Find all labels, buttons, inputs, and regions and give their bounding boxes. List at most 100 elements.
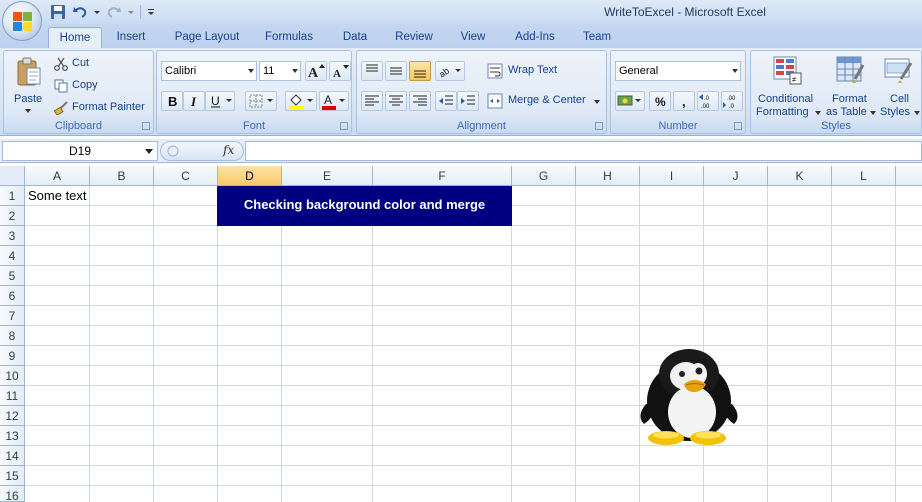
cut-button[interactable]: Cut — [54, 55, 144, 73]
chevron-down-icon — [732, 69, 738, 73]
row-header-14[interactable]: 14 — [0, 446, 25, 466]
redo-icon[interactable] — [106, 4, 122, 20]
gridline — [25, 305, 922, 306]
row-header-4[interactable]: 4 — [0, 246, 25, 266]
row-header-3[interactable]: 3 — [0, 226, 25, 246]
penguin-image[interactable] — [636, 346, 742, 446]
column-header-l[interactable]: L — [832, 166, 896, 186]
align-left-button[interactable] — [361, 91, 383, 111]
tab-add-ins[interactable]: Add-Ins — [506, 27, 564, 48]
fill-color-button[interactable] — [285, 91, 317, 111]
font-color-button[interactable]: A — [319, 91, 349, 111]
office-button[interactable] — [2, 1, 42, 41]
orientation-button[interactable]: ab — [435, 61, 465, 81]
column-header-d[interactable]: D — [218, 166, 282, 186]
undo-icon[interactable] — [72, 4, 88, 20]
shrink-font-button[interactable]: A — [329, 61, 351, 81]
column-header-h[interactable]: H — [576, 166, 640, 186]
save-icon[interactable] — [50, 4, 66, 20]
column-header-b[interactable]: B — [90, 166, 154, 186]
tab-data[interactable]: Data — [334, 27, 376, 48]
formula-input[interactable] — [245, 141, 922, 161]
tab-insert[interactable]: Insert — [108, 27, 154, 48]
grow-font-button[interactable]: A — [305, 61, 327, 81]
row-header-1[interactable]: 1 — [0, 186, 25, 206]
row-header-11[interactable]: 11 — [0, 386, 25, 406]
row-header-7[interactable]: 7 — [0, 306, 25, 326]
gridline — [25, 325, 922, 326]
gridline — [25, 385, 922, 386]
chevron-down-icon — [870, 111, 876, 115]
increase-decimal-button[interactable]: .0.00 — [697, 91, 719, 111]
gridline — [25, 465, 922, 466]
font-size-combo[interactable]: 11 — [259, 61, 301, 81]
align-center-button[interactable] — [385, 91, 407, 111]
column-header-c[interactable]: C — [154, 166, 218, 186]
align-top-button[interactable] — [361, 61, 383, 81]
decrease-indent-button[interactable] — [435, 91, 457, 111]
font-launcher-icon[interactable] — [340, 122, 348, 130]
wrap-text-button[interactable]: Wrap Text — [487, 61, 597, 81]
borders-button[interactable] — [245, 91, 277, 111]
comma-button[interactable]: , — [673, 91, 695, 111]
qat-separator — [140, 5, 141, 19]
accounting-format-button[interactable] — [615, 91, 645, 111]
fill-color-icon — [289, 94, 313, 110]
comma-label: , — [682, 94, 686, 109]
column-header-j[interactable]: J — [704, 166, 768, 186]
font-name-combo[interactable]: Calibri — [161, 61, 257, 81]
format-painter-button[interactable]: Format Painter — [54, 99, 152, 117]
cell-styles-button[interactable]: Cell Styles — [877, 53, 921, 118]
row-header-8[interactable]: 8 — [0, 326, 25, 346]
alignment-launcher-icon[interactable] — [595, 122, 603, 130]
column-header-i[interactable]: I — [640, 166, 704, 186]
clipboard-launcher-icon[interactable] — [142, 122, 150, 130]
undo-dropdown-icon[interactable] — [94, 4, 100, 20]
row-header-2[interactable]: 2 — [0, 206, 25, 226]
customize-qat-icon[interactable] — [147, 4, 155, 20]
select-all-corner[interactable] — [0, 166, 25, 186]
redo-dropdown-icon[interactable] — [128, 4, 134, 20]
tab-team[interactable]: Team — [574, 27, 620, 48]
increase-indent-button[interactable] — [457, 91, 479, 111]
tab-view[interactable]: View — [452, 27, 494, 48]
row-header-9[interactable]: 9 — [0, 346, 25, 366]
number-launcher-icon[interactable] — [734, 122, 742, 130]
merged-cell-d1-f2[interactable]: Checking background color and merge — [217, 186, 512, 226]
italic-button[interactable]: I — [183, 91, 205, 111]
row-header-15[interactable]: 15 — [0, 466, 25, 486]
row-header-10[interactable]: 10 — [0, 366, 25, 386]
conditional-formatting-button[interactable]: ≠ Conditional Formatting — [753, 53, 821, 118]
decrease-decimal-button[interactable]: .00.0 — [721, 91, 743, 111]
percent-button[interactable]: % — [649, 91, 671, 111]
bold-button[interactable]: B — [161, 91, 183, 111]
number-format-combo[interactable]: General — [615, 61, 741, 81]
row-header-13[interactable]: 13 — [0, 426, 25, 446]
tab-formulas[interactable]: Formulas — [258, 27, 320, 48]
paste-button[interactable]: Paste — [12, 55, 46, 117]
merge-center-button[interactable]: Merge & Center — [487, 91, 603, 111]
underline-button[interactable]: U — [205, 91, 235, 111]
worksheet-grid[interactable]: A B C D E F G H I J K L 1 2 3 4 5 6 7 8 … — [0, 166, 922, 502]
format-as-table-button[interactable]: Format as Table — [823, 53, 877, 118]
column-header-e[interactable]: E — [282, 166, 373, 186]
row-header-12[interactable]: 12 — [0, 406, 25, 426]
tab-review[interactable]: Review — [388, 27, 440, 48]
align-bottom-button[interactable] — [409, 61, 431, 81]
row-header-6[interactable]: 6 — [0, 286, 25, 306]
cell-a1[interactable]: Some text — [28, 188, 87, 203]
row-header-16[interactable]: 16 — [0, 486, 25, 502]
tab-home[interactable]: Home — [48, 27, 102, 48]
align-middle-button[interactable] — [385, 61, 407, 81]
column-header-k[interactable]: K — [768, 166, 832, 186]
align-right-button[interactable] — [409, 91, 431, 111]
insert-function-button[interactable]: fx — [223, 143, 234, 157]
svg-text:I: I — [190, 94, 197, 109]
row-header-5[interactable]: 5 — [0, 266, 25, 286]
tab-page-layout[interactable]: Page Layout — [166, 27, 248, 48]
column-header-a[interactable]: A — [25, 166, 90, 186]
column-header-f[interactable]: F — [373, 166, 512, 186]
name-box[interactable]: D19 — [2, 141, 158, 161]
copy-button[interactable]: Copy — [54, 77, 144, 95]
column-header-g[interactable]: G — [512, 166, 576, 186]
